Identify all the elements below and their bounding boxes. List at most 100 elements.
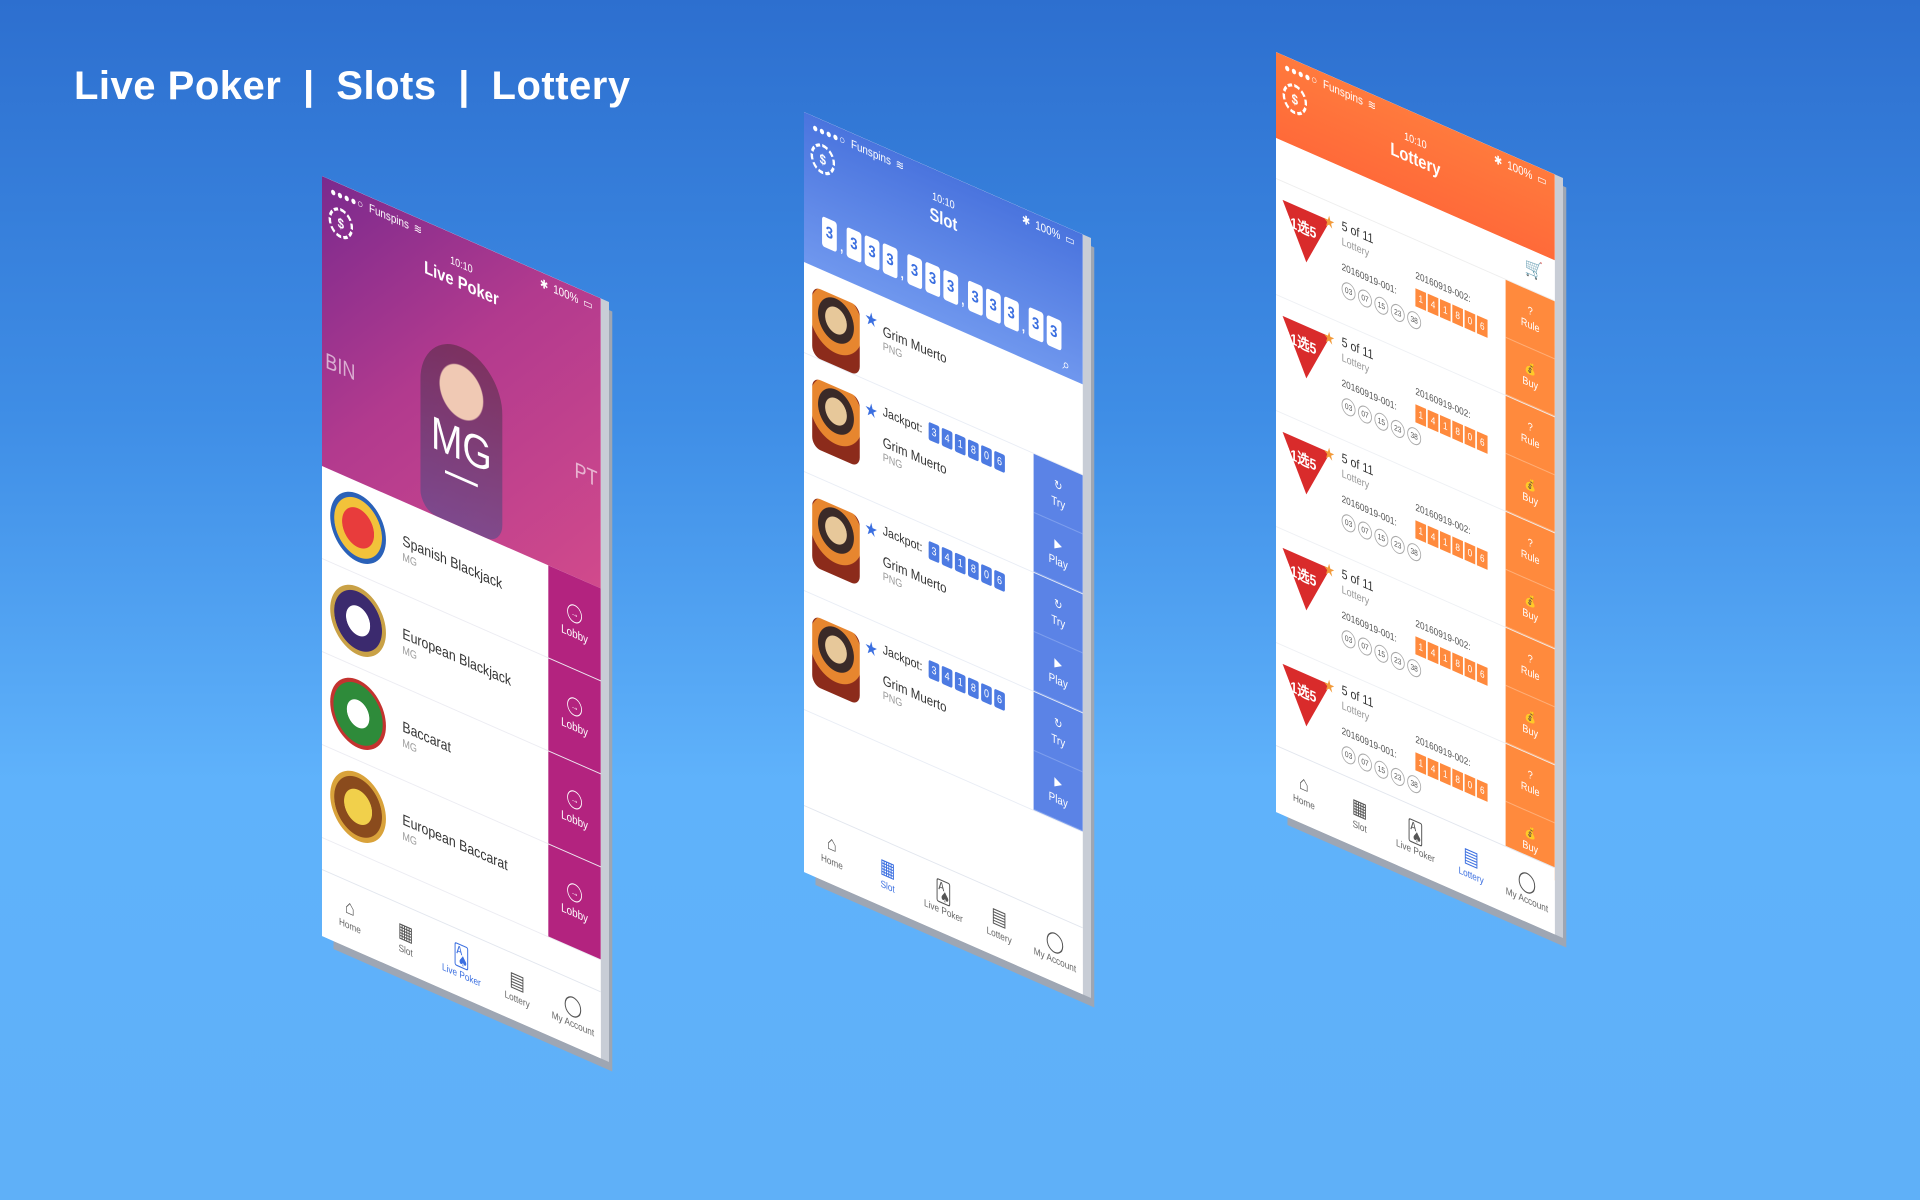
battery-icon: ▭ (1065, 230, 1075, 249)
slot-icon: ▦ (397, 918, 414, 948)
wifi-icon: ≋ (1367, 96, 1377, 114)
tab-live-poker[interactable]: 🂡 Live Poker (434, 919, 490, 1009)
refresh-icon: ↻ (1054, 476, 1063, 494)
counter-separator: , (900, 264, 904, 282)
drawn-ball: 07 (1358, 751, 1372, 775)
enter-icon: → (567, 601, 582, 627)
jackpot-digit: 8 (968, 677, 979, 700)
home-icon: ⌂ (1298, 771, 1309, 798)
draw-digit: 0 (1464, 773, 1476, 797)
drawn-ball: 15 (1374, 410, 1389, 434)
jackpot-digit: 3 (928, 421, 940, 445)
counter-digit: 3 (846, 226, 862, 264)
jackpot-digit: 8 (968, 439, 979, 462)
counter-digit: 3 (864, 234, 880, 272)
jackpot-digit: 6 (994, 688, 1005, 712)
drawn-ball: 38 (1407, 424, 1422, 448)
draw-digit: 1 (1440, 763, 1451, 786)
headline-lottery: Lottery (491, 64, 631, 108)
draw-digit: 8 (1452, 420, 1463, 444)
lottery-screen: ●●●●○ Funspins ≋ ✱ 100% ▭ $ 10:10 Lotter… (1276, 52, 1555, 935)
draw-digit: 4 (1427, 641, 1439, 665)
phone-lottery: ●●●●○ Funspins ≋ ✱ 100% ▭ $ 10:10 Lotter… (1276, 52, 1616, 935)
tab-home[interactable]: ⌂ Home (322, 870, 378, 960)
tab-lottery[interactable]: ▤ Lottery (971, 879, 1027, 969)
tab-my-account[interactable]: ◯ My Account (1027, 904, 1083, 994)
11x5-logo-icon: 11选5 ★ (1282, 428, 1335, 507)
wifi-icon: ≋ (895, 156, 905, 174)
headline: Live Poker | Slots | Lottery (74, 64, 641, 109)
draw-digit: 1 (1415, 752, 1427, 775)
counter-digit: 3 (1046, 314, 1062, 351)
question-icon: ? (1527, 536, 1533, 551)
question-icon: ? (1527, 652, 1533, 667)
tab-home[interactable]: ⌂ Home (804, 806, 860, 896)
counter-digit: 3 (1028, 306, 1044, 343)
grim-muerto-icon (812, 376, 860, 468)
draw-digit: 8 (1452, 652, 1463, 676)
jackpot-label: Jackpot: (882, 641, 923, 674)
slot-icon: ▦ (879, 854, 896, 884)
draw-digit: 1 (1415, 636, 1427, 659)
drawn-ball: 23 (1390, 765, 1405, 789)
favorite-star-icon[interactable]: ★ (865, 398, 878, 425)
drawn-ball: 03 (1341, 743, 1356, 767)
drawn-ball: 03 (1341, 395, 1356, 419)
tab-bar: ⌂ Home ▦ Slot 🂡 Live Poker ▤ Lottery ◯ My Acc… (804, 805, 1083, 995)
refresh-icon: ↻ (1054, 714, 1063, 732)
tab-slot[interactable]: ▦ Slot (860, 830, 916, 920)
lottery-icon: ▤ (991, 903, 1007, 933)
draw-digit: 4 (1427, 293, 1439, 317)
question-icon: ? (1527, 768, 1533, 783)
refresh-icon: ↻ (1054, 595, 1063, 613)
draw-digit: 8 (1452, 304, 1463, 328)
draw-digit: 1 (1440, 647, 1451, 670)
favorite-star-icon[interactable]: ★ (865, 307, 878, 334)
headline-separator: | (458, 64, 470, 108)
draw-digit: 0 (1464, 541, 1476, 565)
jackpot-digit: 4 (941, 427, 953, 451)
cart-icon[interactable]: 🛒 (1525, 255, 1543, 284)
rule-label: Rule (1520, 547, 1540, 568)
favorite-star-icon[interactable]: ★ (865, 517, 878, 544)
11x5-logo-icon: 11选5 ★ (1282, 660, 1335, 739)
jackpot-digit: 0 (981, 563, 992, 587)
drawn-ball: 07 (1358, 519, 1372, 543)
bluetooth-icon: ✱ (1022, 211, 1031, 230)
headline-slots: Slots (336, 64, 437, 108)
phone-slot: ●●●●○ Funspins ≋ ✱ 100% ▭ $ 10:10 Slot 3… (804, 112, 1144, 995)
drawn-ball: 03 (1341, 627, 1356, 651)
jackpot-digit: 3 (928, 659, 940, 683)
counter-separator: , (1021, 317, 1026, 336)
draw-digit: 1 (1440, 299, 1451, 322)
jackpot-digit: 1 (954, 552, 966, 575)
drawn-ball: 23 (1390, 649, 1405, 673)
draw-digit: 8 (1452, 536, 1463, 560)
counter-digit: 3 (822, 215, 837, 253)
draw-digit: 1 (1440, 531, 1451, 554)
favorite-star-icon[interactable]: ★ (865, 636, 878, 663)
draw-digit: 6 (1476, 547, 1488, 570)
play-label: Play (1048, 668, 1068, 692)
home-icon: ⌂ (344, 895, 355, 922)
drawn-ball: 23 (1390, 417, 1405, 441)
draw-digit: 0 (1464, 425, 1476, 449)
tab-lottery[interactable]: ▤ Lottery (489, 943, 545, 1033)
play-icon: ▶ (1054, 535, 1062, 553)
bluetooth-icon: ✱ (1494, 151, 1503, 170)
jackpot-digit: 1 (954, 671, 966, 694)
drawn-ball: 15 (1374, 758, 1389, 782)
grim-muerto-icon (812, 495, 860, 587)
draw-digit: 1 (1415, 404, 1427, 427)
enter-icon: → (567, 787, 582, 813)
drawn-ball: 15 (1374, 526, 1389, 550)
tab-live-poker[interactable]: 🂡 Live Poker (916, 855, 972, 945)
lobby-label: Lobby (561, 620, 588, 647)
search-icon[interactable]: ⌕ (1062, 355, 1069, 376)
tab-slot[interactable]: ▦ Slot (378, 894, 434, 984)
lottery-icon: ▤ (509, 967, 525, 997)
slot-screen: ●●●●○ Funspins ≋ ✱ 100% ▭ $ 10:10 Slot 3… (804, 112, 1083, 995)
tab-my-account[interactable]: ◯ My Account (545, 968, 601, 1058)
counter-digit: 3 (1003, 295, 1019, 333)
enter-icon: → (567, 880, 582, 906)
